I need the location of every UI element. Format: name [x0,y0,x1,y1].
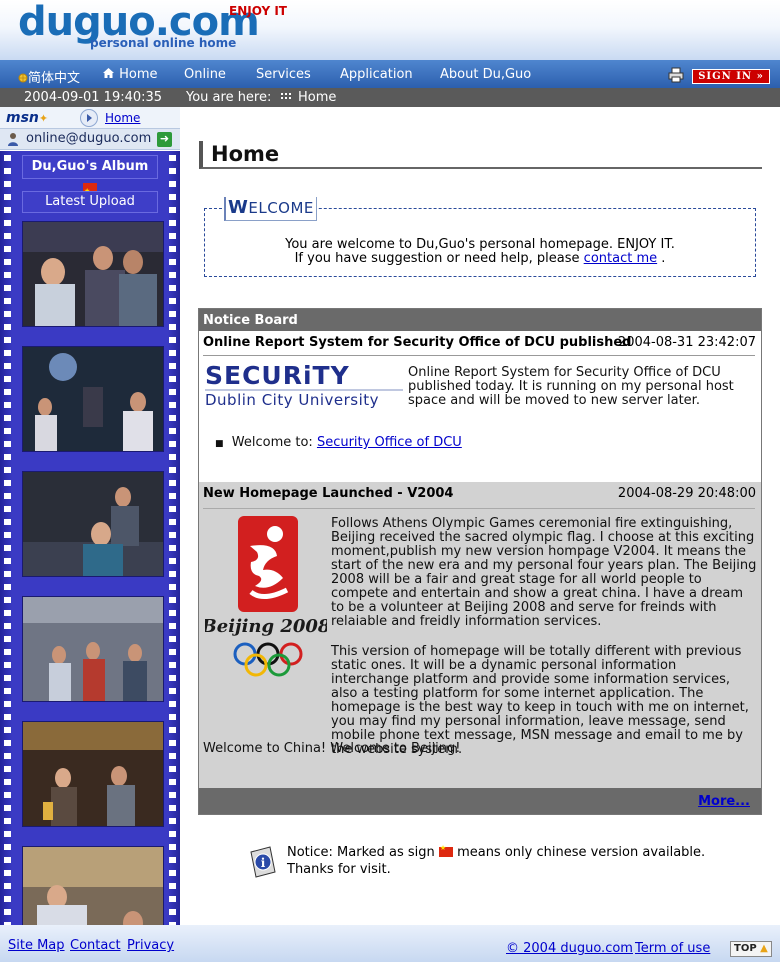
nav-chinese[interactable]: 简体中文 [18,67,80,87]
notice-date: 2004-08-31 23:42:07 [617,335,756,350]
notice-board-footer: More... [199,788,761,814]
welcome-help: If you have suggestion or need help, ple… [294,251,666,266]
notice-bullet: ■ Welcome to: Security Office of DCU [215,435,462,450]
contact-link[interactable]: Contact [70,938,121,953]
msn-logo[interactable]: msn✦ [6,110,48,126]
nav-about[interactable]: About Du,Guo [440,67,531,82]
contact-me-link[interactable]: contact me [584,251,657,266]
sign-in-label: SIGN IN [698,71,753,82]
notice-body: Online Report System for Security Office… [408,365,734,408]
china-flag-icon [438,844,453,857]
site-footer: Site Map Contact Privacy © 2004 duguo.co… [0,925,780,962]
photo-album-filmstrip: Du,Guo's Album Latest Upload [0,151,180,925]
nav-application[interactable]: Application [340,67,413,82]
notice-date: 2004-08-29 20:48:00 [617,486,756,501]
welcome-heading: WELCOME [224,197,317,221]
security-office-link[interactable]: Security Office of DCU [317,435,462,450]
olympic-rings-icon [233,642,303,677]
site-header: duguo.com personal online home ENJOY IT [0,0,780,60]
album-photo[interactable] [22,471,164,577]
online-status-row: online@duguo.com ➜ [0,129,180,150]
beijing-2008-logo: Beijing 2008 [201,516,331,682]
nav-chinese-label: 简体中文 [28,71,81,86]
notice-text: Notice: Marked as sign means only chines… [287,844,705,860]
terms-link[interactable]: Term of use [635,941,710,956]
main-nav: 简体中文 Home Online Services Application Ab… [0,60,780,88]
album-title[interactable]: Du,Guo's Album [22,155,158,202]
album-photo[interactable] [22,221,164,327]
globe-icon [18,72,28,87]
latest-upload-button[interactable]: Latest Upload [22,191,158,213]
sign-in-button[interactable]: SIGN IN » [692,69,770,84]
info-icon: i [250,846,276,878]
album-photo[interactable] [22,346,164,452]
svg-text:i: i [261,856,266,870]
album-photo[interactable] [22,721,164,827]
grid-dots-icon [281,93,291,99]
msn-row: msn✦ Home [0,107,180,129]
user-icon [8,133,18,146]
nav-online[interactable]: Online [184,67,226,82]
notice-body: Follows Athens Olympic Games ceremonial … [331,516,757,629]
go-arrow-icon[interactable]: ➜ [157,132,172,147]
beijing-emblem-icon: Beijing 2008 [201,516,331,637]
sitemap-link[interactable]: Site Map [8,938,65,953]
arrow-right-icon: » [756,71,764,82]
notice-title: Online Report System for Security Office… [203,335,632,350]
beijing-2008-text: Beijing 2008 [205,616,327,636]
nav-services[interactable]: Services [256,67,311,82]
msn-home-link[interactable]: Home [105,111,140,125]
msn-butterfly-icon: ✦ [38,112,49,125]
online-email: online@duguo.com [26,131,152,146]
nav-home-label: Home [119,67,158,82]
divider [203,508,755,509]
current-datetime: 2004-09-01 19:40:35 [24,90,163,105]
album-photo[interactable] [22,846,164,925]
notice-board-header: Notice Board [199,309,761,331]
site-tagline: personal online home [90,36,237,50]
album-photo[interactable] [22,596,164,702]
divider [203,355,755,356]
back-to-top-button[interactable]: TOP ▲ [730,941,772,957]
welcome-message: You are welcome to Du,Guo's personal hom… [285,237,675,252]
dcu-security-logo: SECURiTY Dublin City University [205,363,405,409]
top-label: TOP [734,943,757,954]
house-icon [102,67,115,83]
arrow-up-icon: ▲ [760,943,768,954]
site-slogan: ENJOY IT [229,4,287,18]
copyright-link[interactable]: © 2004 duguo.com [506,941,633,956]
notice-board: Notice Board Online Report System for Se… [198,308,762,815]
breadcrumb-home[interactable]: Home [298,90,336,105]
sidebar: msn✦ Home online@duguo.com ➜ Du,Guo's Al… [0,107,180,925]
more-link[interactable]: More... [698,794,750,809]
film-perforation-right [169,151,176,925]
printer-icon[interactable] [668,67,684,83]
notice-body: Welcome to China! Welcome to Beijing! [203,741,461,756]
bullet-icon: ■ [215,439,224,449]
breadcrumb-label: You are here: [186,90,272,105]
info-bar: 2004-09-01 19:40:35 You are here: Home [0,88,780,107]
notice-title: New Homepage Launched - V2004 [203,486,454,501]
privacy-link[interactable]: Privacy [127,938,174,953]
film-perforation-left [4,151,11,925]
page-title: Home [199,141,762,169]
play-arrow-icon[interactable] [80,109,98,127]
thanks-text: Thanks for visit. [287,862,391,877]
nav-home[interactable]: Home [102,67,158,83]
